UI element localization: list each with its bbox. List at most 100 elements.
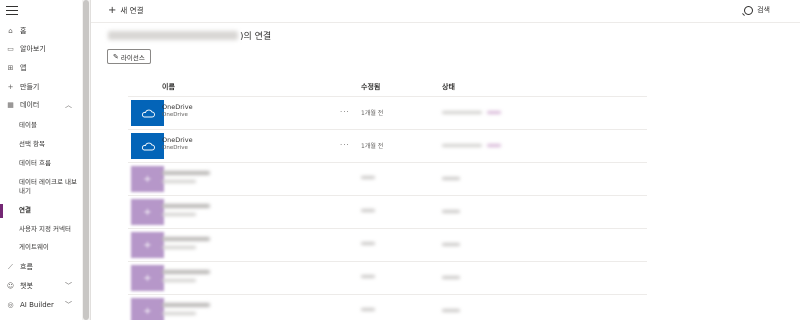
connection-name-label: OneDrive [162,136,193,144]
chevron-down-icon: ﹀ [65,300,72,309]
left-nav: ⌂ 홈 ▭ 알아보기 ⊞ 앱 + 만들기 ▦ 데이터 ︿ 테이블 선택 항목 데… [0,0,91,320]
app-window: ⌂ 홈 ▭ 알아보기 ⊞ 앱 + 만들기 ▦ 데이터 ︿ 테이블 선택 항목 데… [0,0,800,320]
command-bar: + 새 연결 검색 [91,0,800,23]
new-connection-button[interactable]: + 새 연결 [108,5,143,16]
nav-sub-connections[interactable]: 연결 [19,206,81,215]
table-row[interactable]: OneDrive OneDrive ··· 1개월 전 [128,97,647,130]
nav-sub-dataflows[interactable]: 데이터 흐름 [19,159,81,168]
apps-icon: ⊞ [7,64,14,72]
table-icon: ▦ [7,101,14,109]
modified-date [361,240,375,247]
nav-data-label: 데이터 [20,101,40,109]
nav-data[interactable]: ▦ 데이터 ︿ [0,100,82,110]
nav-flows-label: 흐름 [20,263,33,271]
connection-name-label: OneDrive [162,103,193,111]
active-indicator [0,204,3,218]
redacted-environment-name [108,31,238,40]
license-button[interactable]: ✎ 라이선스 [107,49,151,64]
connector-tile: + [131,232,164,258]
connection-name[interactable]: OneDrive OneDrive [162,136,193,152]
onedrive-tile [131,133,164,159]
nav-home-label: 홈 [20,27,27,35]
license-button-label: 라이선스 [120,53,145,62]
column-header-modified[interactable]: 수정됨 [361,82,380,92]
table-row[interactable]: + [128,163,647,196]
status-value [442,208,460,215]
status-value [442,109,501,116]
chevron-down-icon: ﹀ [65,282,72,290]
modified-date [361,174,375,181]
chevron-up-icon: ︿ [65,101,72,109]
nav-learn-label: 알아보기 [20,45,46,53]
sidebar-scrollbar-thumb[interactable] [83,0,89,320]
search-placeholder: 검색 [757,6,770,14]
modified-date [361,306,375,313]
plus-icon: + [108,5,117,16]
plus-icon: + [143,173,152,185]
table-row[interactable]: + [128,295,647,320]
onedrive-tile [131,100,164,126]
status-value [442,274,460,281]
nav-ai-builder-label: AI Builder [20,300,54,309]
search-icon [744,5,754,15]
nav-chatbots-label: 챗봇 [20,282,33,290]
plus-icon: + [143,206,152,218]
new-connection-label: 새 연결 [120,6,144,15]
chatbot-icon: ☺ [6,282,15,290]
connection-name[interactable] [162,202,210,218]
pencil-icon: ✎ [113,52,119,61]
page-title: )의 연결 [108,29,271,42]
more-options-button[interactable]: ··· [340,141,350,149]
nav-sub-export-lake[interactable]: 데이터 레이크로 내보내기 [19,178,81,196]
plus-icon: + [143,305,152,317]
nav-create-label: 만들기 [20,83,40,91]
status-value [442,142,501,149]
nav-flows[interactable]: ⟋ 흐름 [0,262,82,272]
modified-date [361,207,375,214]
nav-apps[interactable]: ⊞ 앱 [0,63,82,73]
modified-date [361,273,375,280]
nav-apps-label: 앱 [20,64,27,72]
more-options-button[interactable]: ··· [340,108,350,116]
connection-name[interactable] [162,268,210,284]
table-row[interactable]: + [128,196,647,229]
book-icon: ▭ [7,45,14,53]
plus-icon: + [7,83,14,91]
table-row[interactable]: + [128,262,647,295]
nav-home[interactable]: ⌂ 홈 [0,26,82,36]
nav-sub-custom-connectors[interactable]: 사용자 지정 커넥터 [19,225,81,234]
connection-name[interactable] [162,301,210,317]
connection-type-label: OneDrive [162,145,188,151]
table-row[interactable]: + [128,229,647,262]
nav-learn[interactable]: ▭ 알아보기 [0,44,82,54]
onedrive-cloud-icon [141,109,155,117]
connector-tile: + [131,166,164,192]
hamburger-menu-icon[interactable] [6,6,18,16]
column-header-name[interactable]: 이름 [162,82,175,92]
nav-sub-tables[interactable]: 테이블 [19,121,81,130]
home-icon: ⌂ [8,27,13,35]
plus-icon: + [143,272,152,284]
connector-tile: + [131,199,164,225]
connection-name[interactable]: OneDrive OneDrive [162,103,193,119]
table-row[interactable]: OneDrive OneDrive ··· 1개월 전 [128,130,647,163]
flow-icon: ⟋ [8,262,13,271]
nav-sub-gateways[interactable]: 게이트웨이 [19,243,81,252]
search-box[interactable]: 검색 [744,5,770,15]
connector-tile: + [131,265,164,291]
modified-date: 1개월 전 [361,110,384,117]
nav-create[interactable]: + 만들기 [0,82,82,92]
sidebar-scrollbar[interactable] [82,0,90,320]
onedrive-cloud-icon [141,142,155,150]
nav-chatbots[interactable]: ☺ 챗봇 ﹀ [0,281,82,291]
connection-name[interactable] [162,235,210,251]
nav-sub-choices[interactable]: 선택 항목 [19,140,81,149]
plus-icon: + [143,239,152,251]
connection-type-label: OneDrive [162,112,188,118]
nav-ai-builder[interactable]: ◎ AI Builder ﹀ [0,300,82,309]
status-value [442,307,460,314]
page-title-suffix: )의 연결 [240,32,272,42]
column-header-status[interactable]: 상태 [442,82,455,92]
connection-name[interactable] [162,169,210,185]
modified-date: 1개월 전 [361,143,384,150]
